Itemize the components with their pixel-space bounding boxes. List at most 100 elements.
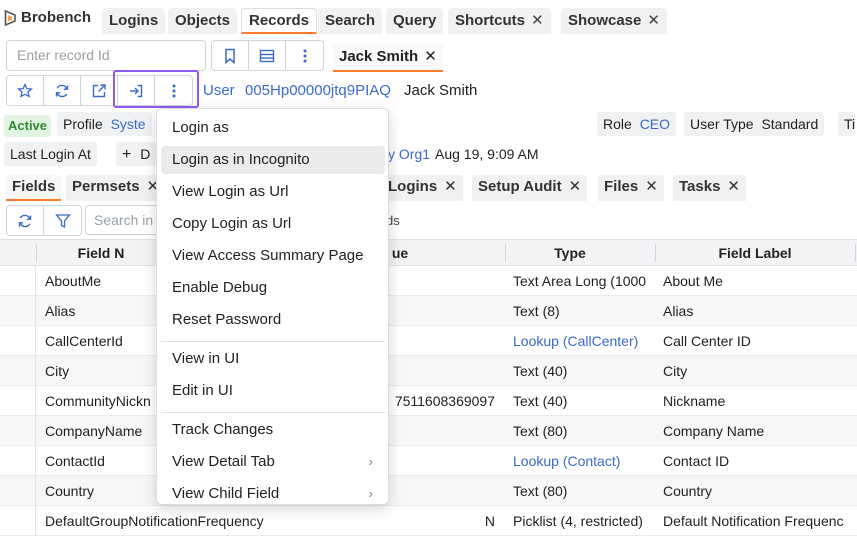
user-type-chip: User Type Standard <box>684 112 825 136</box>
table-row[interactable]: ContactId Lookup (Contact) Contact ID <box>0 446 857 476</box>
nav-tab-shortcuts[interactable]: Shortcuts ✕ <box>448 8 551 34</box>
record-tab-jack-smith[interactable]: Jack Smith ✕ <box>333 44 443 72</box>
field-label-cell: Call Center ID <box>663 333 751 349</box>
nav-tab-search[interactable]: Search <box>318 8 383 34</box>
menu-item-track-changes[interactable]: Track Changes <box>161 416 385 444</box>
brand[interactable]: Brobench <box>4 9 91 26</box>
row-gutter <box>0 296 36 326</box>
close-icon[interactable]: ✕ <box>645 178 658 195</box>
field-search-input[interactable]: Search in <box>85 205 165 235</box>
status-badge: Active <box>4 115 52 137</box>
external-link-icon <box>92 83 106 97</box>
filter-icon <box>54 213 71 228</box>
field-type-cell: Text Area Long (1000 <box>513 273 647 289</box>
row-gutter <box>0 326 36 356</box>
row-gutter <box>0 356 36 386</box>
row-gutter <box>0 446 36 476</box>
close-icon[interactable]: ✕ <box>569 178 582 195</box>
menu-item-copy-login-as-url[interactable]: Copy Login as Url <box>161 210 385 238</box>
field-label-cell: About Me <box>663 273 723 289</box>
object-type-link[interactable]: User <box>203 82 235 99</box>
table-row[interactable]: Alias Text (8) Alias <box>0 296 857 326</box>
table-row[interactable]: CompanyName Text (80) Company Name <box>0 416 857 446</box>
field-label-cell: Default Notification Frequenc <box>663 513 844 529</box>
list-button[interactable] <box>249 41 286 70</box>
close-icon[interactable]: ✕ <box>444 178 457 195</box>
role-chip: Role CEO <box>597 112 677 136</box>
brobench-logo-icon <box>4 9 16 26</box>
field-type-cell[interactable]: Lookup (Contact) <box>513 446 655 476</box>
table-list-icon <box>259 49 275 62</box>
add-field-button[interactable]: + D <box>116 142 157 166</box>
menu-item-view-detail-tab[interactable]: View Detail Tab › <box>161 448 385 476</box>
row-gutter <box>0 416 36 446</box>
last-login-value: Aug 19, 9:09 AM <box>435 146 539 162</box>
menu-item-enable-debug[interactable]: Enable Debug <box>161 274 385 302</box>
role-link[interactable]: CEO <box>640 116 670 132</box>
field-type-cell: Text (40) <box>513 393 568 409</box>
profile-chip: Profile Syste <box>57 112 152 136</box>
column-header-type[interactable]: Type <box>505 240 635 266</box>
refresh-fields-button[interactable] <box>7 206 44 235</box>
nav-tab-logins[interactable]: Logins <box>102 8 166 34</box>
refresh-button[interactable] <box>44 76 81 105</box>
record-id-link[interactable]: 005Hp00000jtq9PIAQ <box>245 82 391 99</box>
row-gutter <box>0 386 36 416</box>
nav-tab-query[interactable]: Query <box>386 8 444 34</box>
focus-highlight <box>113 70 199 108</box>
bookmark-icon <box>225 48 235 64</box>
subtab-setup-audit[interactable]: Setup Audit ✕ <box>472 175 588 201</box>
table-header: Field N ue Type Field Label <box>0 239 857 266</box>
table-row[interactable]: City Text (40) City <box>0 356 857 386</box>
close-icon[interactable]: ✕ <box>531 12 544 29</box>
menu-item-edit-in-ui[interactable]: Edit in UI <box>161 377 385 405</box>
chevron-right-icon: › <box>368 486 373 501</box>
menu-item-login-as-in-incognito[interactable]: Login as in Incognito <box>161 146 385 174</box>
record-name: Jack Smith <box>404 82 478 99</box>
subtab-fields[interactable]: Fields <box>6 175 62 201</box>
nav-tab-records[interactable]: Records <box>241 8 318 34</box>
nav-tab-showcase[interactable]: Showcase ✕ <box>561 8 667 34</box>
filter-button[interactable] <box>44 206 81 235</box>
close-icon[interactable]: ✕ <box>727 178 740 195</box>
field-type-cell: Text (40) <box>513 363 568 379</box>
subtab-permsets[interactable]: Permsets ✕ <box>66 175 166 201</box>
column-header-field-label[interactable]: Field Label <box>655 240 855 266</box>
menu-item-reset-password[interactable]: Reset Password <box>161 306 385 334</box>
last-login-chip: Last Login At <box>4 142 97 166</box>
row-gutter <box>0 506 36 536</box>
menu-item-login-as[interactable]: Login as <box>161 114 385 142</box>
favorite-button[interactable] <box>7 76 44 105</box>
menu-item-view-in-ui[interactable]: View in UI <box>161 345 385 373</box>
close-icon[interactable]: ✕ <box>424 48 437 65</box>
field-label-cell: Alias <box>663 303 694 319</box>
bookmark-button[interactable] <box>212 41 249 70</box>
menu-item-view-access-summary-page[interactable]: View Access Summary Page <box>161 242 385 270</box>
subtab-logins[interactable]: Logins ✕ <box>382 175 463 201</box>
org-link[interactable]: y Org1 <box>388 146 430 162</box>
close-icon[interactable]: ✕ <box>647 12 660 29</box>
record-id-input[interactable]: Enter record Id <box>6 40 206 71</box>
subtab-files[interactable]: Files ✕ <box>598 175 664 201</box>
field-label-cell: Company Name <box>663 423 765 439</box>
plus-icon: + <box>122 146 132 163</box>
more-vertical-icon <box>303 49 306 62</box>
menu-item-view-login-as-url[interactable]: View Login as Url <box>161 178 385 206</box>
column-header-field-name[interactable]: Field N <box>36 240 166 266</box>
field-label-cell: Country <box>663 483 713 499</box>
table-row[interactable]: CallCenterId Lookup (CallCenter) Call Cent… <box>0 326 857 356</box>
table-row[interactable]: AboutMe Text Area Long (1000 About Me <box>0 266 857 296</box>
actions-dropdown-menu: Login as Login as in Incognito View Login … <box>156 108 389 505</box>
table-row[interactable]: Country Text (80) Country <box>0 476 857 506</box>
field-type-cell[interactable]: Lookup (CallCenter) <box>513 326 655 356</box>
row-gutter <box>0 266 36 296</box>
more-options-button[interactable] <box>286 41 323 70</box>
table-row[interactable]: CommunityNickn 7511608369097 Text (40) Nick… <box>0 386 857 416</box>
profile-link[interactable]: Syste <box>111 116 146 132</box>
table-row[interactable]: DefaultGroupNotificationFrequency N Pickli… <box>0 506 857 536</box>
menu-item-view-child-field[interactable]: View Child Field › <box>161 480 385 508</box>
record-toolbar <box>211 40 324 71</box>
refresh-icon <box>18 214 32 227</box>
nav-tab-objects[interactable]: Objects <box>168 8 238 34</box>
subtab-tasks[interactable]: Tasks ✕ <box>673 175 746 201</box>
